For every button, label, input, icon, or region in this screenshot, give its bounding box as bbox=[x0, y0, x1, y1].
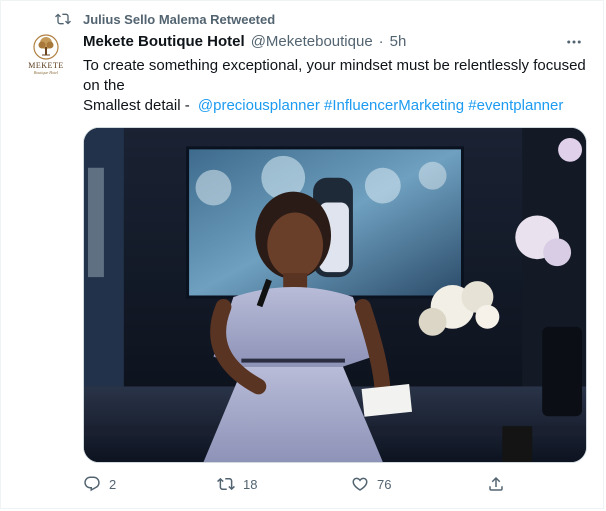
reply-icon bbox=[84, 476, 100, 492]
reply-button[interactable]: 2 bbox=[83, 475, 116, 493]
retweet-context[interactable]: Julius Sello Malema Retweeted bbox=[55, 11, 275, 27]
tweet-photo[interactable] bbox=[83, 127, 587, 463]
hashtag-link-eventplanner[interactable]: #eventplanner bbox=[468, 97, 563, 114]
tree-logo-icon bbox=[33, 33, 59, 60]
tweet-timestamp[interactable]: 5h bbox=[390, 33, 407, 50]
event-photo-illustration bbox=[84, 128, 586, 462]
more-horizontal-icon bbox=[567, 40, 581, 44]
more-button[interactable] bbox=[563, 31, 585, 53]
avatar-subtitle-text: Boutique Hotel bbox=[33, 69, 59, 75]
author-name[interactable]: Mekete Boutique Hotel bbox=[83, 33, 245, 50]
avatar[interactable]: MEKETE Boutique Hotel bbox=[23, 31, 69, 77]
author-handle[interactable]: @Meketeboutique bbox=[251, 33, 373, 50]
retweet-icon bbox=[55, 13, 71, 25]
retweet-context-label: Julius Sello Malema Retweeted bbox=[83, 11, 276, 27]
like-count: 76 bbox=[377, 476, 392, 492]
tweet-header: Mekete Boutique Hotel @Meketeboutique · … bbox=[83, 33, 406, 50]
tweet-text-line-2: Smallest detail - @preciousplanner #Infl… bbox=[83, 96, 593, 116]
retweet-count: 18 bbox=[243, 476, 258, 492]
avatar-brand-text: MEKETE bbox=[28, 60, 64, 70]
retweet-button[interactable]: 18 bbox=[217, 475, 257, 493]
tweet-text-prefix: Smallest detail - bbox=[83, 97, 194, 114]
retweet-icon bbox=[217, 477, 235, 491]
mention-link[interactable]: @preciousplanner bbox=[198, 97, 320, 114]
like-button[interactable]: 76 bbox=[351, 475, 391, 493]
share-button[interactable] bbox=[487, 475, 505, 493]
tweet-actions: 2 18 76 bbox=[83, 475, 513, 497]
tweet-card[interactable]: Julius Sello Malema Retweeted MEKETE Bou… bbox=[0, 0, 604, 509]
tweet-text-line-1: To create something exceptional, your mi… bbox=[83, 57, 586, 94]
header-separator: · bbox=[378, 33, 384, 50]
tweet-text: To create something exceptional, your mi… bbox=[83, 56, 593, 116]
share-icon bbox=[489, 476, 503, 491]
heart-icon bbox=[352, 477, 368, 491]
hashtag-link-influencer[interactable]: #InfluencerMarketing bbox=[324, 97, 464, 114]
reply-count: 2 bbox=[109, 476, 117, 492]
